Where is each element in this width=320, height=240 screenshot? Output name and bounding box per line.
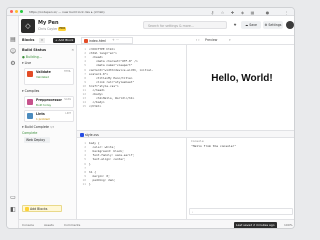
sidebar-item-compiles[interactable]: ▾ Compiles: [22, 89, 76, 93]
pen-author: Chris Coyier PRO: [38, 26, 67, 31]
css-code-line: text-align: center;: [89, 157, 126, 162]
tab-more[interactable]: + ···: [112, 36, 119, 45]
last-saved: Last saved 2 minutes ago: [234, 222, 277, 228]
blocks-label: Blocks: [22, 38, 35, 42]
zoom-level[interactable]: 100%: [284, 220, 293, 228]
puzzle-icon[interactable]: ✚: [230, 10, 235, 15]
lints-sub: 1 problem: [36, 117, 51, 121]
build-sidebar: Build Status ✕ ● Building… ▾ Live Valida…: [19, 45, 77, 219]
layout-icon[interactable]: ◧: [9, 206, 17, 214]
browser-chrome: https://codepen.io/ — new build lock dev…: [7, 8, 294, 16]
validate-tag: HTML: [63, 70, 71, 73]
url-bar[interactable]: https://codepen.io/ — new build lock dev…: [29, 9, 199, 15]
panel-icon[interactable]: ▭: [9, 194, 17, 202]
pro-badge: PRO: [58, 26, 67, 31]
maximize-dot[interactable]: [20, 10, 23, 13]
minimize-dot[interactable]: [15, 10, 18, 13]
preview-dropdown-icon[interactable]: ▾: [229, 36, 231, 45]
footer-comments[interactable]: Comments: [64, 220, 80, 228]
preprocessor-card[interactable]: Prepprocessor Built today SASS: [24, 96, 74, 108]
footer-console[interactable]: Console: [22, 220, 34, 228]
add-block-button[interactable]: + Add Block: [53, 38, 76, 43]
toolbar: Blocks ▾ + Add Block index.html + ··· ‹ …: [19, 36, 294, 45]
close-icon[interactable]: ✕: [62, 48, 74, 52]
lint-icon: [27, 113, 33, 119]
app-window: https://codepen.io/ — new build lock dev…: [6, 7, 295, 229]
preprocessor-sub: Built today: [36, 103, 52, 107]
sass-icon: [27, 99, 33, 105]
files-icon[interactable]: ▤: [9, 36, 17, 44]
settings-icon[interactable]: ⚙: [9, 60, 17, 68]
console-input[interactable]: ›: [189, 208, 293, 215]
codepen-logo[interactable]: ◇: [21, 19, 35, 33]
app-header: ◇ My Pen Chris Coyier PRO Search for set…: [19, 16, 294, 36]
tab-index-html[interactable]: index.html: [81, 37, 133, 44]
preprocessor-label: Prepprocessor: [36, 98, 63, 102]
preview-pane: Hello, World!: [186, 45, 294, 130]
web-deploy-button[interactable]: Web Deploy: [24, 137, 50, 143]
lints-card[interactable]: Lints 1 problem LINT: [24, 110, 74, 122]
sidebar-item-live[interactable]: ▾ Live: [22, 61, 76, 65]
html-line-number: 15: [82, 104, 86, 109]
validate-card[interactable]: Validate Validated HTML: [24, 68, 74, 85]
sidebar-item-build-complete[interactable]: ▾ Build Complete 3/3: [22, 125, 76, 129]
search-input[interactable]: Search for settings & more…: [143, 21, 227, 29]
add-blocks-button[interactable]: Add Blocks: [22, 205, 62, 212]
console-pane: Console "Hello from the console!" ›: [186, 138, 294, 219]
app-rail: ▤ ☺ ⚙ ▭ ◧: [7, 16, 19, 228]
pen-title[interactable]: My Pen: [38, 20, 59, 26]
menu-icon[interactable]: ⋮: [284, 10, 289, 15]
validate-label: Validate: [36, 70, 51, 74]
save-button[interactable]: ☁ Save: [241, 21, 261, 29]
preview-heading: Hello, World!: [211, 73, 273, 84]
html-code-line: </html>: [89, 104, 102, 109]
validate-sub: Validated: [36, 75, 50, 79]
shield-icon[interactable]: ◈: [240, 10, 245, 15]
heart-icon[interactable]: ♥: [231, 21, 239, 29]
status-text: ● Building…: [22, 55, 42, 59]
html-icon: [27, 71, 33, 77]
css-tabbar: style.css: [77, 130, 294, 138]
tab-preview[interactable]: Preview: [205, 36, 217, 45]
css-code-line: }: [89, 161, 91, 166]
key-icon[interactable]: ⚷: [210, 10, 215, 15]
footer-assets[interactable]: Assets: [44, 220, 54, 228]
status-bar: Console Assets Comments Last saved 2 min…: [19, 219, 294, 228]
css-line-number: 11: [82, 182, 86, 186]
lints-label: Lints: [36, 112, 45, 116]
back-icon[interactable]: ‹ ›: [196, 36, 200, 45]
console-line: "Hello from the console!": [191, 144, 237, 148]
css-code-line: }: [89, 182, 91, 186]
complete-status: Complete: [22, 131, 38, 135]
css-code-line: padding: 2em;: [89, 177, 116, 182]
blocks-dropdown-icon[interactable]: ▾: [39, 38, 45, 43]
console-header: Console: [191, 139, 204, 143]
close-dot[interactable]: [10, 10, 13, 13]
lints-tag: LINT: [65, 112, 71, 115]
avatar[interactable]: [286, 21, 294, 29]
apps-icon[interactable]: ▦: [250, 10, 255, 15]
star-icon[interactable]: ☆: [220, 10, 225, 15]
users-icon[interactable]: ☺: [9, 48, 17, 56]
preprocessor-tag: SASS: [64, 98, 71, 101]
settings-button[interactable]: ⚙ Settings: [263, 21, 283, 29]
profile-icon[interactable]: ●: [265, 10, 270, 15]
